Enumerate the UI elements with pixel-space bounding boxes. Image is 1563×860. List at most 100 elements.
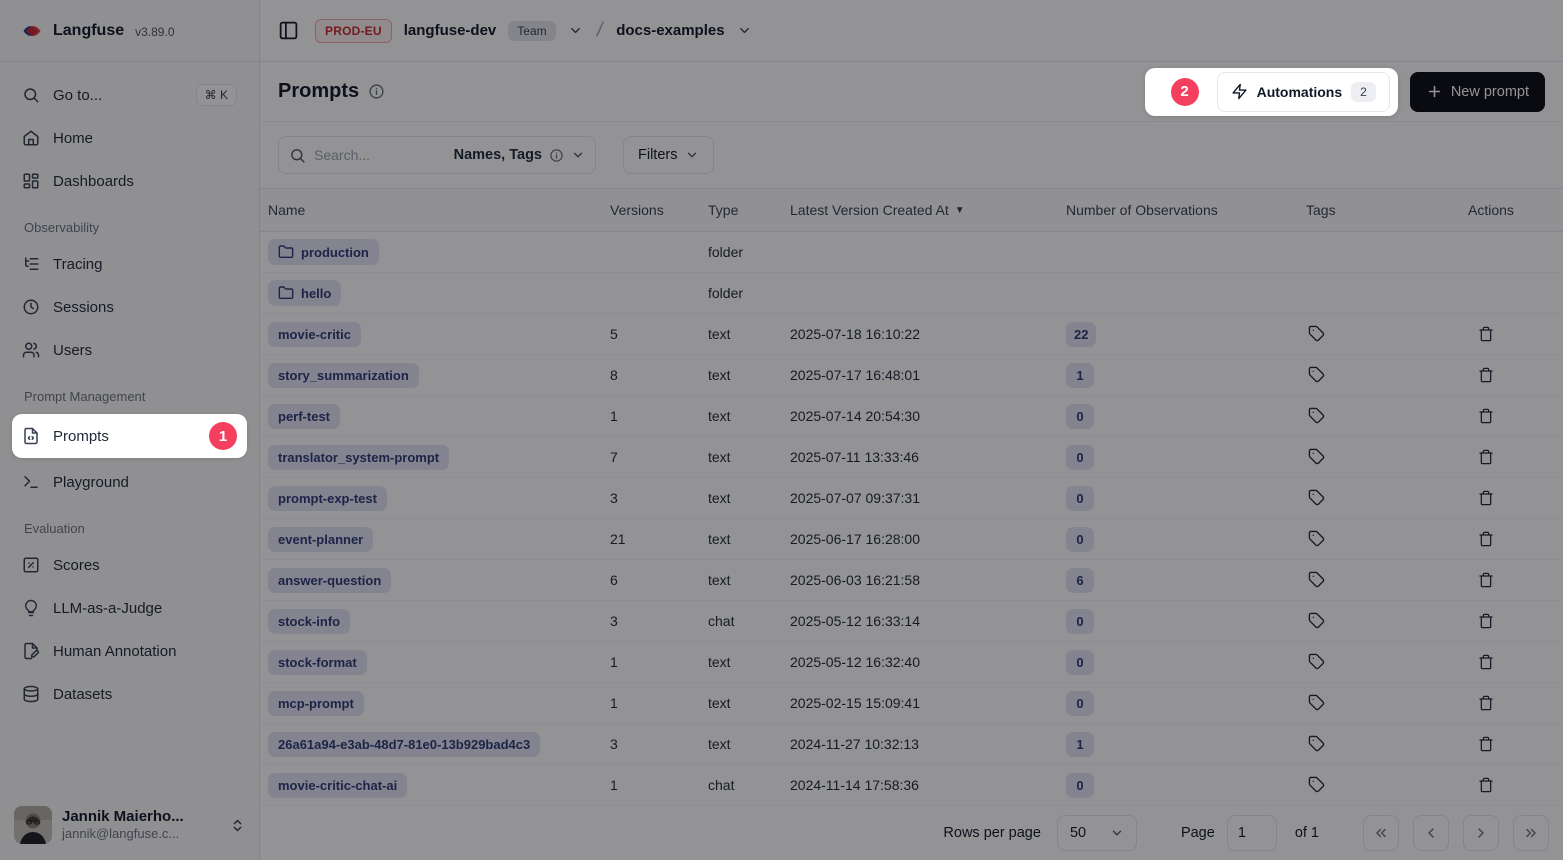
prompt-name-badge[interactable]: translator_system-prompt	[268, 445, 449, 470]
delete-button[interactable]	[1476, 570, 1496, 590]
sidebar-item-sessions[interactable]: Sessions	[12, 287, 247, 327]
tag-button[interactable]	[1306, 610, 1327, 631]
prompt-name-badge[interactable]: prompt-exp-test	[268, 486, 387, 511]
sidebar-item-users[interactable]: Users	[12, 330, 247, 370]
observations-count-badge: 0	[1066, 486, 1094, 511]
versions-cell: 1	[610, 654, 708, 670]
table-row[interactable]: 26a61a94-e3ab-48d7-81e0-13b929bad4c33tex…	[260, 724, 1563, 765]
table-row[interactable]: stock-info3chat2025-05-12 16:33:140	[260, 601, 1563, 642]
column-header-type[interactable]: Type	[708, 202, 790, 218]
delete-button[interactable]	[1476, 447, 1496, 467]
prompt-name-badge[interactable]: movie-critic-chat-ai	[268, 773, 407, 798]
tag-button[interactable]	[1306, 405, 1327, 426]
tag-button[interactable]	[1306, 364, 1327, 385]
sidebar-item-human-annotation[interactable]: Human Annotation	[12, 631, 247, 671]
sidebar-item-prompts[interactable]: Prompts1	[12, 414, 247, 458]
breadcrumb-project[interactable]: docs-examples	[616, 22, 724, 39]
sidebar-toggle-icon[interactable]	[278, 20, 299, 41]
delete-button[interactable]	[1476, 406, 1496, 426]
column-header-versions[interactable]: Versions	[610, 202, 708, 218]
prompt-name-badge[interactable]: 26a61a94-e3ab-48d7-81e0-13b929bad4c3	[268, 732, 540, 757]
automations-button[interactable]: Automations 2	[1217, 72, 1390, 112]
tag-button[interactable]	[1306, 528, 1327, 549]
next-page-button[interactable]	[1463, 815, 1499, 851]
delete-button[interactable]	[1476, 365, 1496, 385]
new-prompt-button[interactable]: New prompt	[1410, 72, 1545, 112]
type-cell: folder	[708, 285, 790, 301]
tag-button[interactable]	[1306, 651, 1327, 672]
goto-search[interactable]: Go to... ⌘ K	[12, 75, 247, 115]
tags-cell	[1306, 774, 1468, 796]
sidebar-section-label-observability: Observability	[0, 204, 259, 241]
table-row[interactable]: story_summarization8text2025-07-17 16:48…	[260, 355, 1563, 396]
delete-button[interactable]	[1476, 775, 1496, 795]
prompt-name-badge[interactable]: story_summarization	[268, 363, 419, 388]
observations-cell: 0	[1066, 445, 1306, 470]
table-row[interactable]: productionfolder	[260, 232, 1563, 273]
delete-button[interactable]	[1476, 611, 1496, 631]
column-header-name[interactable]: Name	[268, 202, 610, 218]
delete-button[interactable]	[1476, 693, 1496, 713]
prompt-name-badge[interactable]: event-planner	[268, 527, 373, 552]
sidebar-sections: HomeDashboardsObservabilityTracingSessio…	[0, 118, 259, 714]
table-row[interactable]: event-planner21text2025-06-17 16:28:000	[260, 519, 1563, 560]
prompt-name-badge[interactable]: mcp-prompt	[268, 691, 364, 716]
tag-button[interactable]	[1306, 692, 1327, 713]
sidebar-item-scores[interactable]: Scores	[12, 545, 247, 585]
column-header-tags[interactable]: Tags	[1306, 202, 1468, 218]
table-row[interactable]: perf-test1text2025-07-14 20:54:300	[260, 396, 1563, 437]
prompt-name-badge[interactable]: stock-info	[268, 609, 350, 634]
tag-button[interactable]	[1306, 569, 1327, 590]
folder-name-badge[interactable]: hello	[268, 280, 341, 306]
table-row[interactable]: hello folder	[260, 273, 1563, 314]
prompt-name-badge[interactable]: perf-test	[268, 404, 340, 429]
delete-button[interactable]	[1476, 324, 1496, 344]
table-row[interactable]: movie-critic-chat-ai1chat2024-11-14 17:5…	[260, 765, 1563, 806]
created-at-cell: 2025-07-18 16:10:22	[790, 326, 1066, 342]
sidebar-item-datasets[interactable]: Datasets	[12, 674, 247, 714]
delete-button[interactable]	[1476, 529, 1496, 549]
sidebar-item-llm-as-a-judge[interactable]: LLM-as-a-Judge	[12, 588, 247, 628]
folder-name-badge[interactable]: production	[268, 239, 379, 265]
sidebar-item-tracing[interactable]: Tracing	[12, 244, 247, 284]
page-number-input[interactable]	[1227, 815, 1277, 851]
table-row[interactable]: prompt-exp-test3text2025-07-07 09:37:310	[260, 478, 1563, 519]
sidebar-item-dashboards[interactable]: Dashboards	[12, 161, 247, 201]
table-row[interactable]: stock-format1text2025-05-12 16:32:400	[260, 642, 1563, 683]
rows-per-page-select[interactable]: 50	[1057, 815, 1137, 851]
tag-button[interactable]	[1306, 323, 1327, 344]
last-page-button[interactable]	[1513, 815, 1549, 851]
delete-button[interactable]	[1476, 488, 1496, 508]
table-row[interactable]: mcp-prompt1text2025-02-15 15:09:410	[260, 683, 1563, 724]
name-cell: production	[268, 239, 610, 265]
prompt-name-badge[interactable]: answer-question	[268, 568, 391, 593]
tag-button[interactable]	[1306, 446, 1327, 467]
org-chevron-down-icon[interactable]	[568, 23, 583, 38]
table-row[interactable]: movie-critic5text2025-07-18 16:10:2222	[260, 314, 1563, 355]
versions-cell: 8	[610, 367, 708, 383]
delete-button[interactable]	[1476, 652, 1496, 672]
filters-button[interactable]: Filters	[623, 136, 714, 174]
table-row[interactable]: answer-question6text2025-06-03 16:21:586	[260, 560, 1563, 601]
tag-button[interactable]	[1306, 487, 1327, 508]
sidebar-item-playground[interactable]: Playground	[12, 462, 247, 502]
info-icon[interactable]	[368, 83, 385, 100]
search-scope-selector[interactable]: Names, Tags	[454, 147, 585, 163]
project-chevron-down-icon[interactable]	[737, 23, 752, 38]
prompt-name: 26a61a94-e3ab-48d7-81e0-13b929bad4c3	[278, 737, 530, 752]
tag-button[interactable]	[1306, 733, 1327, 754]
sidebar-item-label: Prompts	[53, 428, 109, 445]
delete-button[interactable]	[1476, 734, 1496, 754]
search-input[interactable]	[314, 147, 446, 163]
prompt-name-badge[interactable]: stock-format	[268, 650, 367, 675]
tag-button[interactable]	[1306, 774, 1327, 795]
prompt-name-badge[interactable]: movie-critic	[268, 322, 361, 347]
previous-page-button[interactable]	[1413, 815, 1449, 851]
user-menu[interactable]: Jannik Maierho... jannik@langfuse.c...	[0, 794, 259, 860]
column-header-latest-version-created-at[interactable]: Latest Version Created At▼	[790, 202, 1066, 218]
table-row[interactable]: translator_system-prompt7text2025-07-11 …	[260, 437, 1563, 478]
sidebar-item-home[interactable]: Home	[12, 118, 247, 158]
breadcrumb-org[interactable]: langfuse-dev	[404, 22, 497, 39]
column-header-observations[interactable]: Number of Observations	[1066, 202, 1306, 218]
first-page-button[interactable]	[1363, 815, 1399, 851]
